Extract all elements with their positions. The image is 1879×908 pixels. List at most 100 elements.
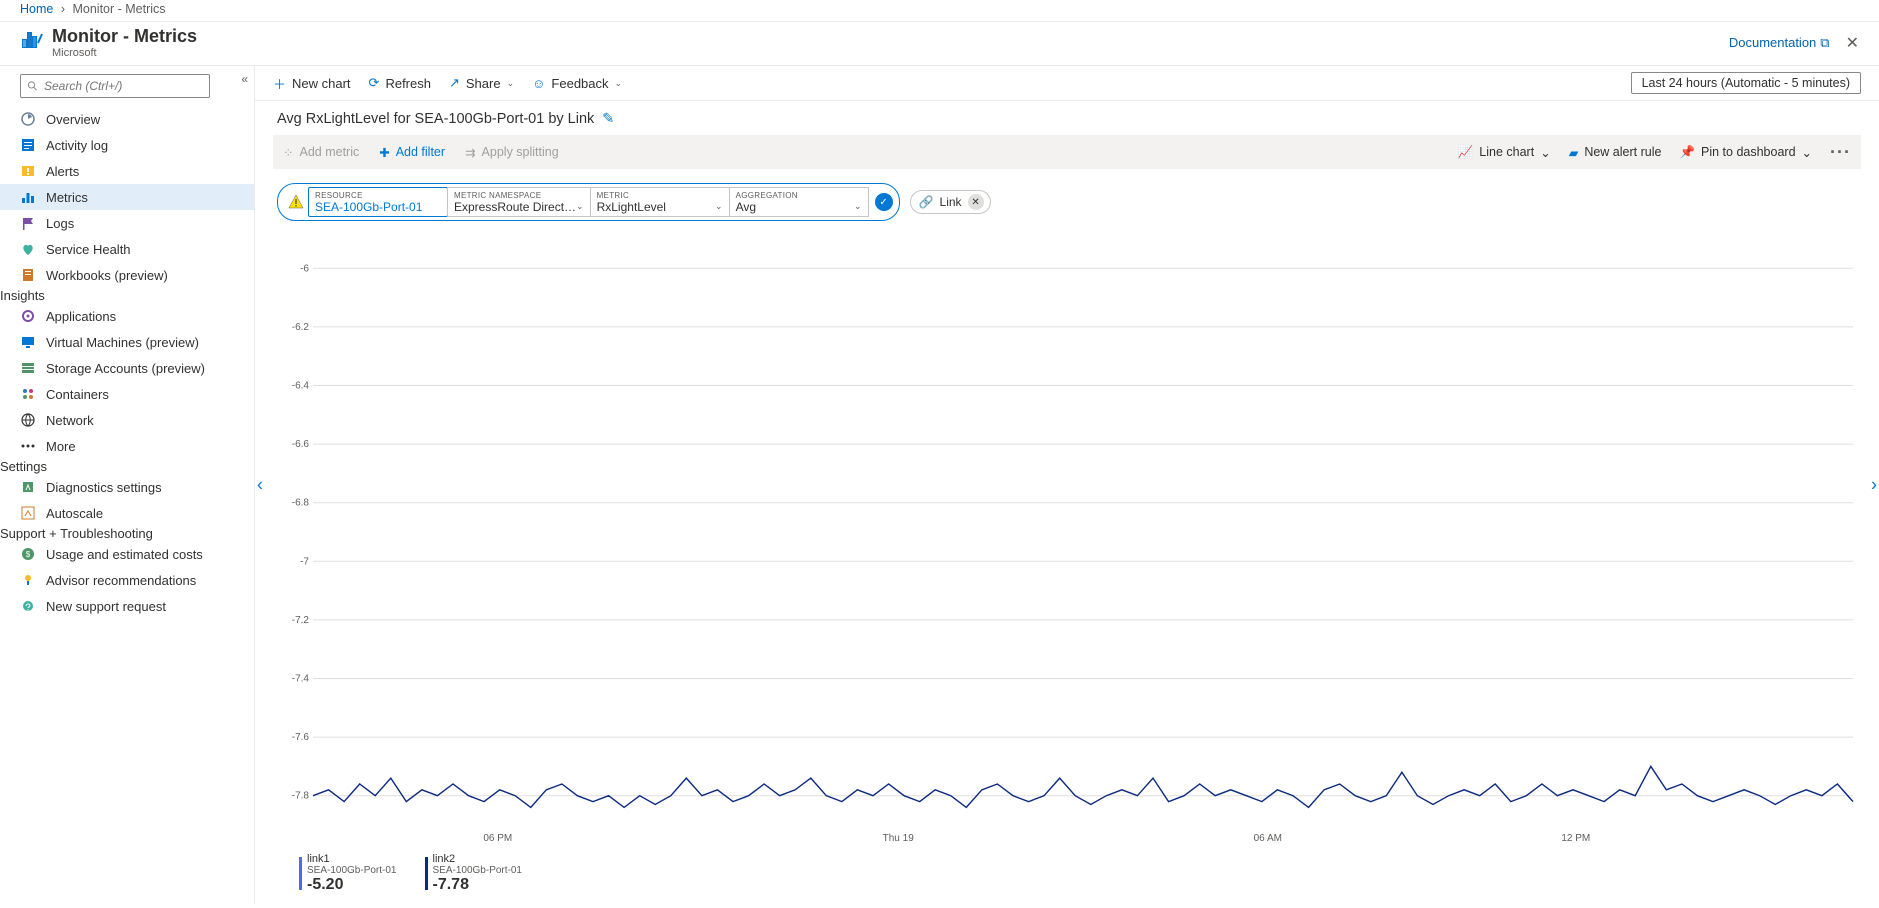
activity-icon xyxy=(20,137,36,153)
pin-to-dashboard-button[interactable]: 📌Pin to dashboard⌄ xyxy=(1679,145,1812,160)
refresh-icon: ⟳ xyxy=(369,75,380,91)
add-metric-button[interactable]: ⁘Add metric xyxy=(283,145,359,160)
sidebar-item-label: Diagnostics settings xyxy=(46,480,162,495)
sidebar-item-service-health[interactable]: Service Health xyxy=(0,236,254,262)
sidebar-item-label: Virtual Machines (preview) xyxy=(46,335,199,350)
overview-icon xyxy=(20,111,36,127)
documentation-link[interactable]: Documentation ⧉ xyxy=(1729,35,1830,51)
split-by-pill[interactable]: 🔗 Link ✕ xyxy=(910,190,991,214)
sidebar-item-label: New support request xyxy=(46,599,166,614)
close-icon[interactable]: ✕ xyxy=(1846,33,1859,53)
scatter-icon: ⁘ xyxy=(283,145,293,160)
sidebar-item-containers[interactable]: Containers xyxy=(0,381,254,407)
legend-series-name: link1 xyxy=(307,853,397,865)
svg-text:-7.4: -7.4 xyxy=(292,674,310,685)
workbooks-icon xyxy=(20,267,36,283)
more-options-button[interactable]: ··· xyxy=(1830,143,1851,161)
svg-text:-7.2: -7.2 xyxy=(292,615,310,626)
sidebar-item-more[interactable]: More xyxy=(0,433,254,459)
network-icon xyxy=(20,412,36,428)
resource-selector[interactable]: RESOURCE SEA-100Gb-Port-01 xyxy=(308,187,448,217)
sidebar-item-metrics[interactable]: Metrics xyxy=(0,184,254,210)
legend-resource: SEA-100Gb-Port-01 xyxy=(307,865,397,876)
sidebar-item-label: Usage and estimated costs xyxy=(46,547,203,562)
link-icon: 🔗 xyxy=(919,195,934,209)
sidebar-item-autoscale[interactable]: Autoscale xyxy=(0,500,254,526)
search-input[interactable] xyxy=(42,78,203,94)
sidebar-item-usage-and-estimated-costs[interactable]: $ Usage and estimated costs xyxy=(0,541,254,567)
sidebar-item-alerts[interactable]: Alerts xyxy=(0,158,254,184)
vms-icon xyxy=(20,334,36,350)
sidebar-item-label: Containers xyxy=(46,387,109,402)
sidebar-group-header: Settings xyxy=(0,459,254,474)
svg-text:$: $ xyxy=(26,550,31,559)
feedback-button[interactable]: ☺Feedback⌄ xyxy=(532,76,622,91)
sidebar-item-new-support-request[interactable]: New support request xyxy=(0,593,254,619)
logs-icon xyxy=(20,215,36,231)
sidebar: « OverviewActivity logAlertsMetricsLogsS… xyxy=(0,66,255,904)
usage-icon: $ xyxy=(20,546,36,562)
confirm-check-icon[interactable]: ✓ xyxy=(875,193,893,211)
chevron-down-icon: ⌄ xyxy=(615,78,623,89)
svg-text:12 PM: 12 PM xyxy=(1561,833,1590,844)
share-button[interactable]: ↗Share⌄ xyxy=(449,75,514,91)
metric-actions-bar: ⁘Add metric ✚Add filter ⇉Apply splitting… xyxy=(273,135,1861,169)
refresh-button[interactable]: ⟳Refresh xyxy=(369,75,431,91)
share-icon: ↗ xyxy=(449,75,460,91)
sidebar-item-advisor-recommendations[interactable]: Advisor recommendations xyxy=(0,567,254,593)
svg-text:06 PM: 06 PM xyxy=(483,833,512,844)
metric-selector[interactable]: METRIC RxLightLevel⌄ xyxy=(590,187,730,217)
new-alert-rule-button[interactable]: ▰New alert rule xyxy=(1569,145,1662,160)
chevron-left-icon[interactable]: ‹ xyxy=(257,475,263,496)
chart-area[interactable]: -6-6.2-6.4-6.6-6.8-7-7.2-7.4-7.6-7.806 P… xyxy=(277,229,1857,847)
add-filter-button[interactable]: ✚Add filter xyxy=(379,145,445,160)
search-box[interactable] xyxy=(20,74,210,98)
plus-icon: ＋ xyxy=(273,74,286,93)
legend-item[interactable]: link1SEA-100Gb-Port-01-5.20 xyxy=(299,853,397,894)
time-range-picker[interactable]: Last 24 hours (Automatic - 5 minutes) xyxy=(1631,72,1861,94)
chevron-right-icon[interactable]: › xyxy=(1871,475,1877,496)
apps-icon xyxy=(20,308,36,324)
breadcrumb-home[interactable]: Home xyxy=(20,2,53,16)
sidebar-item-workbooks-preview-[interactable]: Workbooks (preview) xyxy=(0,262,254,288)
filter-icon: ✚ xyxy=(379,145,389,160)
sidebar-item-storage-accounts-preview-[interactable]: Storage Accounts (preview) xyxy=(0,355,254,381)
collapse-sidebar-icon[interactable]: « xyxy=(241,72,248,86)
page-subtitle: Microsoft xyxy=(52,47,197,59)
remove-split-icon[interactable]: ✕ xyxy=(968,194,984,210)
legend-value: -7.78 xyxy=(433,876,523,894)
chart-type-dropdown[interactable]: 📈Line chart⌄ xyxy=(1458,145,1551,160)
sidebar-item-diagnostics-settings[interactable]: Diagnostics settings xyxy=(0,474,254,500)
namespace-selector[interactable]: METRIC NAMESPACE ExpressRoute Direct…⌄ xyxy=(447,187,591,217)
svg-text:-7.8: -7.8 xyxy=(292,791,310,802)
edit-icon[interactable]: ✎ xyxy=(602,111,614,127)
sidebar-item-label: Advisor recommendations xyxy=(46,573,196,588)
sidebar-item-label: Autoscale xyxy=(46,506,103,521)
sidebar-item-activity-log[interactable]: Activity log xyxy=(0,132,254,158)
line-chart-icon: 📈 xyxy=(1458,145,1474,160)
sidebar-item-label: Workbooks (preview) xyxy=(46,268,168,283)
search-icon xyxy=(27,80,38,92)
metric-selector-group: RESOURCE SEA-100Gb-Port-01 METRIC NAMESP… xyxy=(277,183,900,221)
sidebar-item-overview[interactable]: Overview xyxy=(0,106,254,132)
svg-text:-7.6: -7.6 xyxy=(292,732,310,743)
sidebar-item-label: Network xyxy=(46,413,94,428)
sidebar-item-label: Activity log xyxy=(46,138,108,153)
chart-toolbar: ＋New chart ⟳Refresh ↗Share⌄ ☺Feedback⌄ L… xyxy=(255,66,1879,101)
legend-resource: SEA-100Gb-Port-01 xyxy=(433,865,523,876)
warning-icon xyxy=(288,194,304,210)
new-chart-button[interactable]: ＋New chart xyxy=(273,74,351,93)
page-title: Monitor - Metrics xyxy=(52,26,197,47)
legend-item[interactable]: link2SEA-100Gb-Port-01-7.78 xyxy=(425,853,523,894)
apply-splitting-button[interactable]: ⇉Apply splitting xyxy=(465,145,559,160)
aggregation-selector[interactable]: AGGREGATION Avg⌄ xyxy=(729,187,869,217)
sidebar-item-network[interactable]: Network xyxy=(0,407,254,433)
sidebar-item-virtual-machines-preview-[interactable]: Virtual Machines (preview) xyxy=(0,329,254,355)
main-content: ＋New chart ⟳Refresh ↗Share⌄ ☺Feedback⌄ L… xyxy=(255,66,1879,904)
storage-icon xyxy=(20,360,36,376)
monitor-icon xyxy=(20,29,52,56)
sidebar-item-applications[interactable]: Applications xyxy=(0,303,254,329)
smiley-icon: ☺ xyxy=(532,76,545,91)
sidebar-item-logs[interactable]: Logs xyxy=(0,210,254,236)
chevron-down-icon: ⌄ xyxy=(507,78,515,89)
